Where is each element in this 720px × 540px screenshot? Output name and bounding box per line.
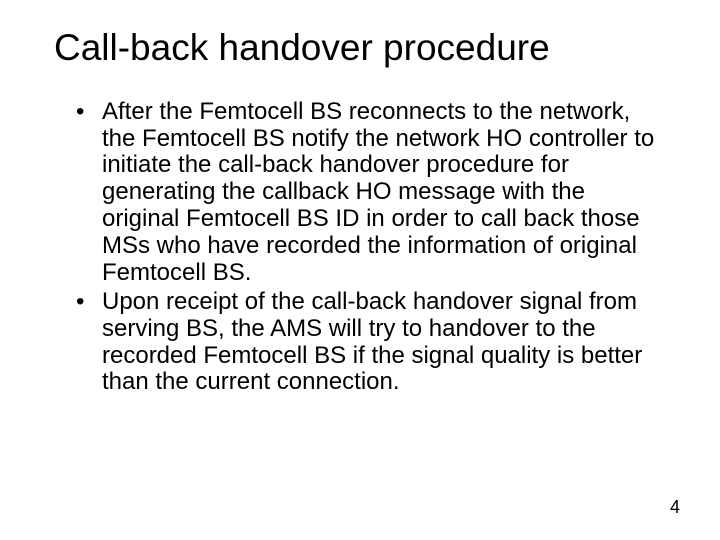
bullet-item: After the Femtocell BS reconnects to the…	[72, 99, 658, 287]
slide: Call-back handover procedure After the F…	[0, 0, 720, 540]
bullet-item: Upon receipt of the call-back handover s…	[72, 289, 658, 397]
slide-title: Call-back handover procedure	[54, 28, 666, 69]
bullet-list: After the Femtocell BS reconnects to the…	[54, 99, 666, 397]
page-number: 4	[670, 497, 680, 518]
